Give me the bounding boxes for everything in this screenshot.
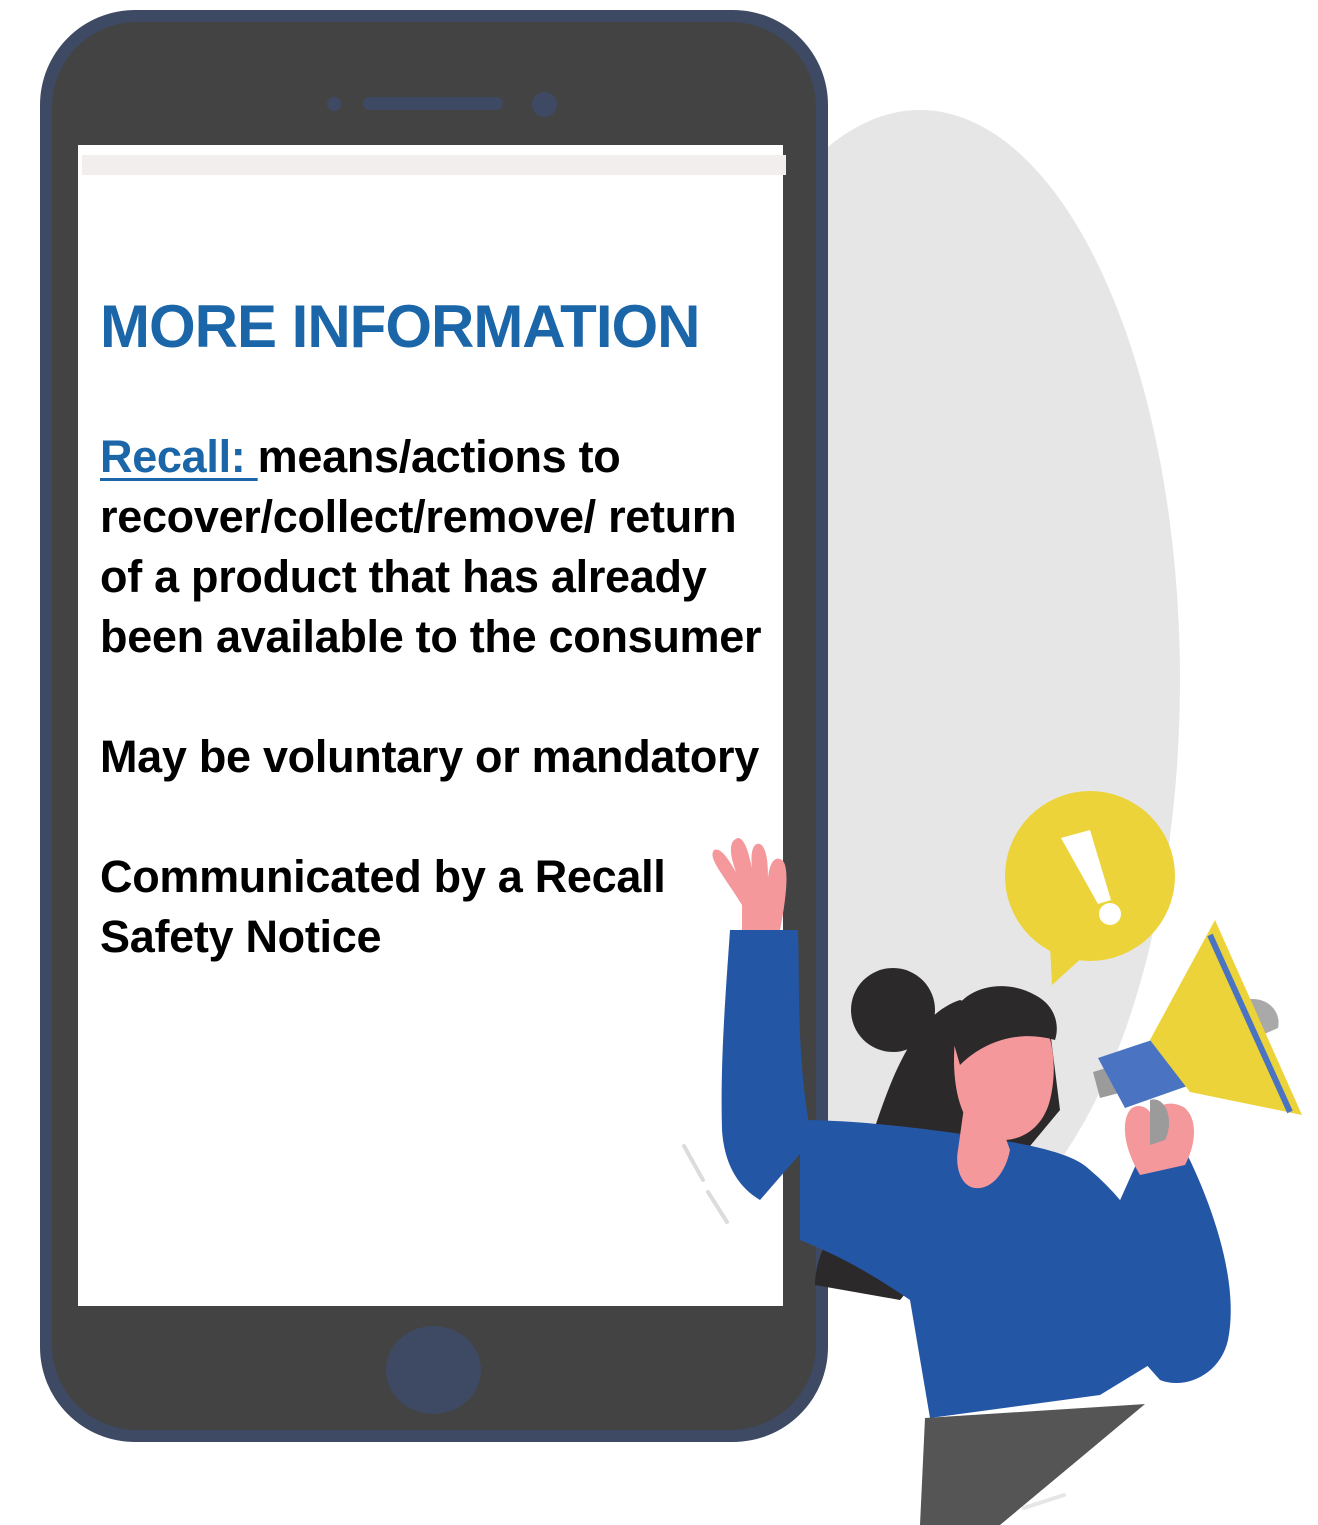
- motion-line: [706, 1190, 729, 1224]
- woman-with-megaphone-illustration: [682, 791, 1302, 1525]
- motion-line: [682, 1144, 705, 1182]
- exclamation-icon: [1005, 791, 1175, 985]
- raised-arm: [712, 838, 812, 1200]
